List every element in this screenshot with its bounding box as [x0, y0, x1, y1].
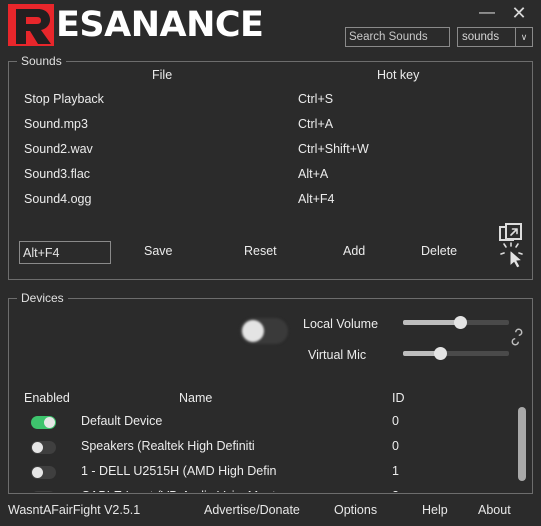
sounds-group-title: Sounds: [17, 54, 66, 68]
local-volume-slider-thumb[interactable]: [454, 316, 468, 329]
device-row[interactable]: CABLE Input (VB-Audio VoiceMeet 2: [9, 487, 532, 492]
sound-row[interactable]: Sound2.wav Ctrl+Shift+W: [9, 139, 532, 164]
logo-r-glyph: [16, 9, 51, 44]
column-header-file: File: [152, 68, 173, 82]
device-name: Speakers (Realtek High Definiti: [81, 439, 255, 453]
advertise-donate-link[interactable]: Advertise/Donate: [204, 503, 300, 517]
sound-hotkey: Ctrl+S: [298, 92, 334, 106]
title-bar: ESANANCE — ✕ sounds ∨: [0, 0, 541, 50]
reset-button[interactable]: Reset: [244, 244, 277, 258]
app-logo-wordmark: ESANANCE: [56, 5, 264, 45]
device-enabled-toggle[interactable]: [31, 491, 56, 492]
search-input[interactable]: [345, 27, 450, 47]
local-volume-slider-fill: [403, 320, 461, 325]
sounds-list: Stop Playback Ctrl+S Sound.mp3 Ctrl+A So…: [9, 89, 532, 214]
device-enabled-toggle[interactable]: [31, 441, 56, 454]
device-enabled-toggle[interactable]: [31, 466, 56, 479]
device-name: CABLE Input (VB-Audio VoiceMeet: [81, 489, 276, 492]
sound-row[interactable]: Sound3.flac Alt+A: [9, 164, 532, 189]
devices-group-title: Devices: [17, 291, 68, 305]
sounds-group: Sounds File Hot key Stop Playback Ctrl+S…: [8, 54, 533, 280]
column-header-id: ID: [392, 391, 405, 405]
minimize-button[interactable]: —: [475, 2, 499, 24]
sound-hotkey: Alt+F4: [298, 192, 335, 206]
sound-hotkey: Alt+A: [298, 167, 329, 181]
local-volume-slider[interactable]: [403, 313, 509, 331]
devices-list: Default Device 0 Speakers (Realtek High …: [9, 412, 532, 492]
save-button[interactable]: Save: [144, 244, 173, 258]
sound-hotkey: Ctrl+Shift+W: [298, 142, 369, 156]
device-enabled-toggle[interactable]: [31, 416, 56, 429]
app-logo-mark: [8, 4, 54, 46]
virtual-mic-slider[interactable]: [403, 344, 509, 362]
category-dropdown[interactable]: sounds ∨: [457, 27, 533, 47]
column-header-name: Name: [179, 391, 213, 405]
sound-row[interactable]: Sound4.ogg Alt+F4: [9, 189, 532, 214]
sound-row[interactable]: Stop Playback Ctrl+S: [9, 89, 532, 114]
devices-scrollbar[interactable]: [518, 407, 526, 489]
hotkey-input[interactable]: [19, 241, 111, 264]
device-row[interactable]: 1 - DELL U2515H (AMD High Defin 1: [9, 462, 532, 487]
bottom-bar: WasntAFairFight V2.5.1 Advertise/Donate …: [0, 496, 541, 526]
device-name: 1 - DELL U2515H (AMD High Defin: [81, 464, 277, 478]
device-id: 0: [392, 439, 399, 453]
device-id: 2: [392, 489, 399, 492]
sound-row[interactable]: Sound.mp3 Ctrl+A: [9, 114, 532, 139]
column-header-enabled: Enabled: [24, 391, 70, 405]
sounds-column-headers: File Hot key: [9, 68, 532, 86]
about-link[interactable]: About: [478, 503, 511, 517]
help-link[interactable]: Help: [422, 503, 448, 517]
device-id: 1: [392, 464, 399, 478]
category-dropdown-value: sounds: [462, 31, 500, 43]
window-select-click-icon[interactable]: [493, 223, 533, 271]
device-name: Default Device: [81, 414, 163, 428]
close-button[interactable]: ✕: [507, 2, 531, 24]
delete-button[interactable]: Delete: [421, 244, 457, 258]
master-enable-toggle-knob: [242, 320, 264, 342]
device-row[interactable]: Default Device 0: [9, 412, 532, 437]
device-row[interactable]: Speakers (Realtek High Definiti 0: [9, 437, 532, 462]
chevron-down-icon: ∨: [515, 28, 532, 46]
device-id: 0: [392, 414, 399, 428]
broken-link-icon[interactable]: [508, 328, 526, 346]
master-enable-toggle[interactable]: [240, 318, 288, 344]
sound-hotkey: Ctrl+A: [298, 117, 334, 131]
virtual-mic-slider-thumb[interactable]: [433, 347, 447, 360]
sound-file-name: Sound2.wav: [24, 142, 93, 156]
devices-column-headers: Enabled Name ID: [9, 391, 532, 409]
add-button[interactable]: Add: [343, 244, 365, 258]
local-volume-label: Local Volume: [303, 317, 379, 331]
sound-file-name: Stop Playback: [24, 92, 104, 106]
sound-file-name: Sound3.flac: [24, 167, 91, 181]
options-link[interactable]: Options: [334, 503, 377, 517]
virtual-mic-label: Virtual Mic: [308, 348, 367, 362]
column-header-hotkey: Hot key: [377, 68, 420, 82]
sound-file-name: Sound.mp3: [24, 117, 88, 131]
devices-scrollbar-thumb[interactable]: [518, 407, 526, 481]
app-version-label: WasntAFairFight V2.5.1: [8, 503, 141, 517]
sound-file-name: Sound4.ogg: [24, 192, 92, 206]
